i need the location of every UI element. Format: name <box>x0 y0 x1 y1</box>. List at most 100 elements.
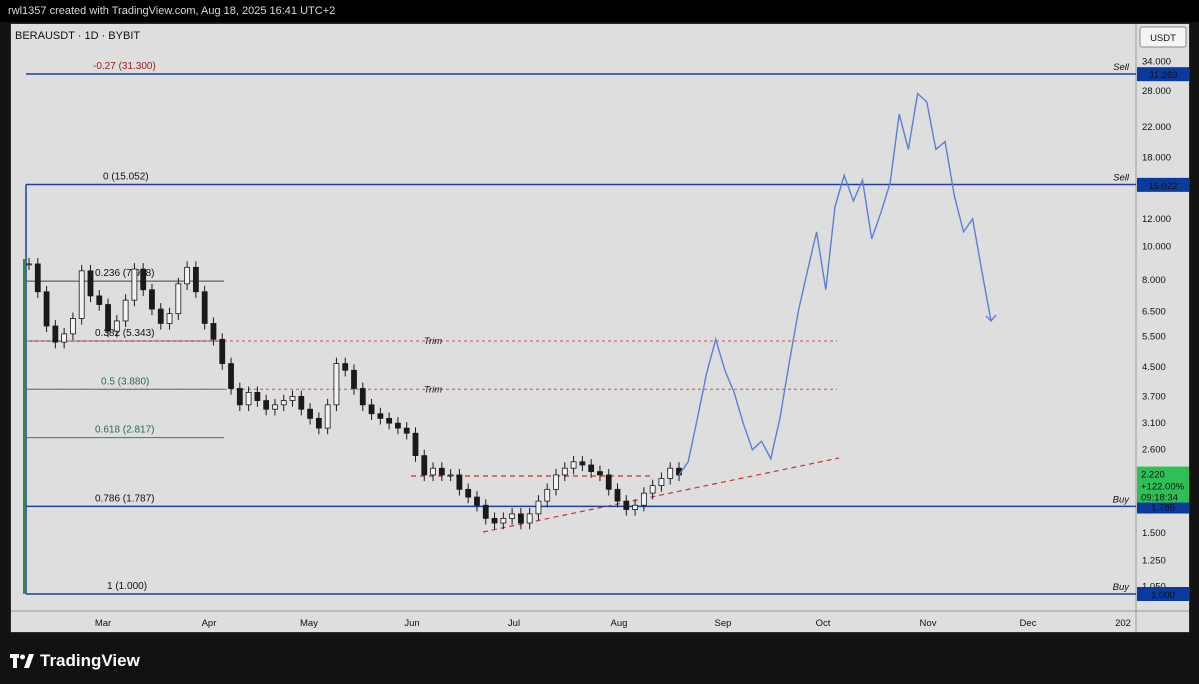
y-tick-label: 3.700 <box>1142 391 1166 402</box>
y-tick-label: 12.000 <box>1142 214 1171 225</box>
fib-level-label: 0.382 (5.343) <box>95 328 155 339</box>
candle <box>87 270 94 297</box>
candle <box>245 392 252 406</box>
brand-name: TradingView <box>40 651 140 670</box>
tradingview-logo-icon <box>10 654 34 668</box>
candle <box>289 396 296 401</box>
fib-level-label: 0 (15.052) <box>103 172 149 183</box>
tradingview-logo[interactable]: TradingView <box>10 650 140 672</box>
candle <box>412 432 419 457</box>
y-tick-label: 2.600 <box>1142 445 1166 456</box>
x-tick-label: 202 <box>1115 618 1131 629</box>
price-axis[interactable] <box>1136 24 1190 633</box>
candle <box>166 313 173 324</box>
candle <box>140 268 147 291</box>
bar-countdown: 09:18:34 <box>1141 493 1178 504</box>
price-chart[interactable]: USDT 34.000 28.000 22.000 18.000 12.000 10.000… <box>11 24 1190 633</box>
candle <box>570 461 577 469</box>
candle <box>588 464 595 472</box>
y-tick-label: 18.000 <box>1142 153 1171 164</box>
y-tick-label: 6.500 <box>1142 306 1166 317</box>
candle <box>658 478 665 487</box>
y-tick-label: 8.000 <box>1142 275 1166 286</box>
candle <box>324 404 331 429</box>
candle <box>667 467 674 479</box>
candle <box>614 488 621 502</box>
candle <box>359 388 366 406</box>
fib-level-label: 0.618 (2.817) <box>95 425 155 436</box>
candle <box>272 404 278 410</box>
x-tick-label: Dec <box>1020 618 1037 629</box>
chart-panel[interactable]: USDT 34.000 28.000 22.000 18.000 12.000 10.000… <box>10 23 1190 633</box>
price-tag-label: 1.000 <box>1151 590 1175 601</box>
candle <box>333 363 340 406</box>
x-tick-label: Sep <box>715 618 732 629</box>
candle <box>474 496 480 506</box>
credit-line: rwl1357 created with TradingView.com, Au… <box>0 0 1199 22</box>
x-tick-label: Mar <box>95 618 111 629</box>
candle <box>201 291 208 324</box>
zone-label: Sell <box>1113 173 1130 184</box>
candle <box>131 268 138 301</box>
currency-label: USDT <box>1150 33 1176 44</box>
price-tag-label: 1.785 <box>1151 503 1175 514</box>
candle <box>263 400 270 410</box>
y-tick-label: 1.500 <box>1142 528 1166 539</box>
candle <box>43 291 50 327</box>
candle <box>623 500 630 510</box>
trim-label: Trim <box>424 384 442 395</box>
x-tick-label: Jun <box>404 618 419 629</box>
footer-bar <box>0 640 1199 684</box>
candle <box>70 318 76 335</box>
x-tick-label: Jul <box>508 618 520 629</box>
y-tick-label: 10.000 <box>1142 241 1171 252</box>
trend-support-line <box>482 457 840 533</box>
candle <box>52 325 59 343</box>
y-tick-label: 22.000 <box>1142 122 1171 133</box>
y-tick-label: 5.500 <box>1142 332 1166 343</box>
x-tick-label: May <box>300 618 318 629</box>
fib-level-label: 0.786 (1.787) <box>95 493 155 504</box>
candle <box>438 467 445 476</box>
candle <box>192 266 199 293</box>
x-tick-label: Aug <box>611 618 628 629</box>
candle <box>500 517 507 524</box>
candle <box>219 338 226 364</box>
y-tick-label: 1.250 <box>1142 555 1166 566</box>
candle <box>535 500 542 515</box>
fib-level-label: -0.27 (31.300) <box>93 61 156 72</box>
fib-level-label: 1 (1.000) <box>107 581 147 592</box>
x-tick-label: Nov <box>920 618 937 629</box>
candle <box>210 323 217 340</box>
candle <box>122 299 129 322</box>
x-tick-label: Apr <box>202 618 217 629</box>
candle <box>517 513 524 524</box>
price-tag-label: 15.022 <box>1148 181 1177 192</box>
symbol-info: BERAUSDT · 1D · BYBIT <box>15 30 141 42</box>
candle <box>632 504 638 510</box>
candle <box>482 504 489 519</box>
trim-label: Trim <box>424 336 442 347</box>
candle <box>491 517 498 524</box>
x-tick-label: Oct <box>816 618 831 629</box>
candle <box>509 513 516 519</box>
candle <box>430 467 436 476</box>
candle <box>526 513 533 524</box>
candle <box>368 404 375 415</box>
y-tick-label: 34.000 <box>1142 57 1171 68</box>
candle <box>605 474 612 490</box>
candle <box>544 488 551 502</box>
last-price-change: +122.00% <box>1141 482 1185 493</box>
candle <box>149 289 155 310</box>
candle <box>640 492 647 506</box>
candle <box>26 263 32 266</box>
candle <box>342 363 349 371</box>
zone-label: Buy <box>1113 582 1131 593</box>
candle <box>553 474 559 490</box>
price-tag-label: 31.263 <box>1148 70 1177 81</box>
candle <box>307 408 313 419</box>
candle <box>456 474 463 490</box>
candle <box>421 455 428 476</box>
candle <box>377 413 384 419</box>
zone-label: Sell <box>1113 62 1130 73</box>
